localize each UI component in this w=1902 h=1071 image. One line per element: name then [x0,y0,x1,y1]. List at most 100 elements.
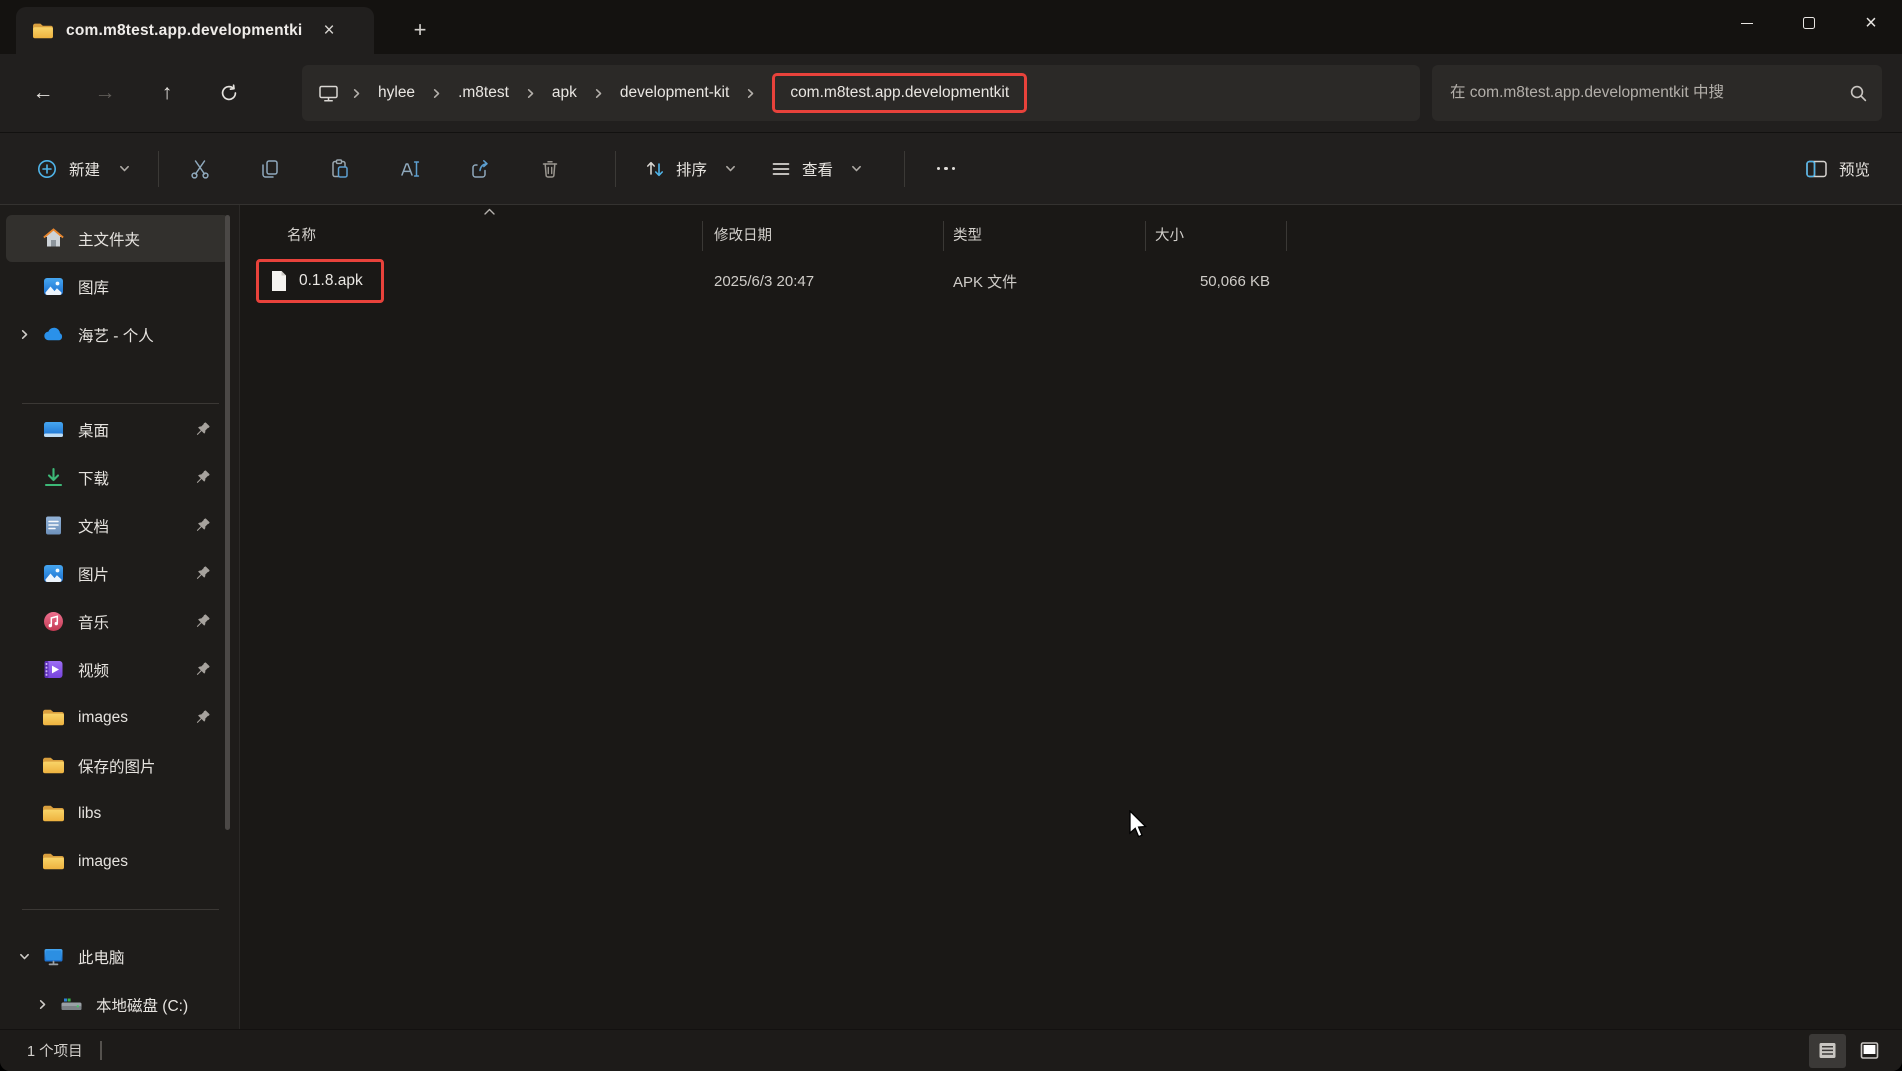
column-header-size[interactable]: 大小 [1145,215,1286,253]
address-bar: ← → ↑ hylee .m8test apk development-kit [0,54,1902,132]
folder-icon [42,850,65,873]
new-tab-button[interactable]: + [402,12,438,48]
sidebar-item-saved-pictures[interactable]: 保存的图片 [6,742,229,789]
breadcrumb-item-current[interactable]: com.m8test.app.developmentkit [790,84,1009,101]
cut-icon [189,158,211,180]
new-button-label: 新建 [69,158,100,180]
chevron-right-icon [745,88,756,99]
column-divider[interactable] [702,221,703,251]
chevron-down-icon [851,163,862,174]
sidebar-item-music[interactable]: 音乐 [6,598,229,645]
sidebar-item-images-2[interactable]: images [6,838,229,885]
breadcrumb-item[interactable]: hylee [374,78,419,108]
sidebar-item-downloads[interactable]: 下载 [6,454,229,501]
music-icon [42,610,65,633]
desktop-icon [42,418,65,441]
sidebar-item-label: 图片 [78,563,109,585]
onedrive-cloud-icon [42,323,65,346]
minimize-button[interactable] [1716,0,1778,46]
sidebar-item-label: 音乐 [78,611,109,633]
close-tab-icon[interactable]: × [314,16,344,46]
sort-button[interactable]: 排序 [634,149,746,189]
folder-icon [42,802,65,825]
copy-icon [259,158,281,180]
breadcrumb-item[interactable]: development-kit [616,78,733,108]
column-divider[interactable] [943,221,944,251]
paste-button[interactable] [317,148,363,190]
maximize-button[interactable] [1778,0,1840,46]
file-modified: 2025/6/3 20:47 [702,273,943,290]
sidebar-scrollbar[interactable] [225,215,230,830]
chevron-down-icon[interactable] [6,951,42,962]
file-row[interactable]: 0.1.8.apk 2025/6/3 20:47 APK 文件 50,066 K… [241,253,1902,309]
sidebar-item-desktop[interactable]: 桌面 [6,406,229,453]
sidebar-item-this-pc[interactable]: 此电脑 [6,933,229,980]
new-button[interactable]: 新建 [26,149,140,189]
column-header-type[interactable]: 类型 [943,215,1145,253]
refresh-button[interactable] [208,72,250,114]
sidebar-item-libs[interactable]: libs [6,790,229,837]
column-header-modified[interactable]: 修改日期 [702,215,943,253]
command-toolbar: 新建 [0,132,1902,205]
chevron-right-icon [525,88,536,99]
chevron-down-icon [119,163,130,174]
sidebar-divider [22,909,219,910]
chevron-right-icon[interactable] [6,329,42,340]
window-controls: × [1716,0,1902,46]
chevron-right-icon[interactable] [24,999,60,1010]
sidebar-item-documents[interactable]: 文档 [6,502,229,549]
sidebar-item-label: 海艺 - 个人 [78,324,154,346]
column-divider[interactable] [1145,221,1146,251]
view-button[interactable]: 查看 [760,149,872,189]
search-input[interactable] [1450,84,1849,102]
delete-button[interactable] [527,148,573,190]
copy-button[interactable] [247,148,293,190]
sidebar-item-label: 此电脑 [78,946,125,968]
tab-title: com.m8test.app.developmentkit [66,22,302,40]
sidebar-item-videos[interactable]: 视频 [6,646,229,693]
forward-button[interactable]: → [84,72,126,114]
up-button[interactable]: ↑ [146,72,188,114]
column-divider[interactable] [1286,221,1287,251]
annotation-box-breadcrumb: com.m8test.app.developmentkit [772,73,1027,113]
pin-icon [194,469,211,486]
details-view-button[interactable] [1809,1034,1846,1068]
share-icon [469,158,491,180]
preview-button[interactable]: 预览 [1795,149,1880,189]
toolbar-divider [158,151,159,187]
thumbnail-view-icon [1860,1042,1879,1059]
main-area: 主文件夹 图库 海艺 - 个人 [0,205,1902,1029]
sidebar-item-onedrive[interactable]: 海艺 - 个人 [6,311,229,358]
sidebar-item-label: libs [78,805,101,823]
sidebar-item-pictures[interactable]: 图片 [6,550,229,597]
sidebar-item-label: 主文件夹 [78,228,140,250]
sidebar-item-images[interactable]: images [6,694,229,741]
explorer-tab[interactable]: com.m8test.app.developmentkit × [16,7,374,54]
sidebar-item-label: 图库 [78,276,109,298]
breadcrumb-item[interactable]: .m8test [454,78,513,108]
preview-pane-icon [1805,159,1828,179]
back-button[interactable]: ← [22,72,64,114]
close-button[interactable]: × [1840,0,1902,46]
breadcrumb-item[interactable]: apk [548,78,581,108]
breadcrumb[interactable]: hylee .m8test apk development-kit com.m8… [302,65,1420,121]
more-options-button[interactable] [923,148,969,190]
sidebar-item-gallery[interactable]: 图库 [6,263,229,310]
item-count: 1 个项目 [27,1040,83,1061]
file-name[interactable]: 0.1.8.apk [299,272,363,290]
chevron-right-icon [593,88,604,99]
sidebar-item-local-disk-c[interactable]: 本地磁盘 (C:) [24,981,229,1028]
pin-icon [194,565,211,582]
search-box[interactable] [1432,65,1882,121]
preview-button-label: 预览 [1839,158,1870,180]
sidebar-item-home[interactable]: 主文件夹 [6,215,229,262]
cut-button[interactable] [177,148,223,190]
rename-button[interactable] [387,148,433,190]
column-header-name[interactable]: 名称 [241,215,702,253]
sidebar-divider [22,403,219,404]
share-button[interactable] [457,148,503,190]
view-toggles [1809,1034,1888,1068]
file-explorer-window: com.m8test.app.developmentkit × + × ← → … [0,0,1902,1071]
documents-icon [42,514,65,537]
thumbnail-view-button[interactable] [1851,1034,1888,1068]
